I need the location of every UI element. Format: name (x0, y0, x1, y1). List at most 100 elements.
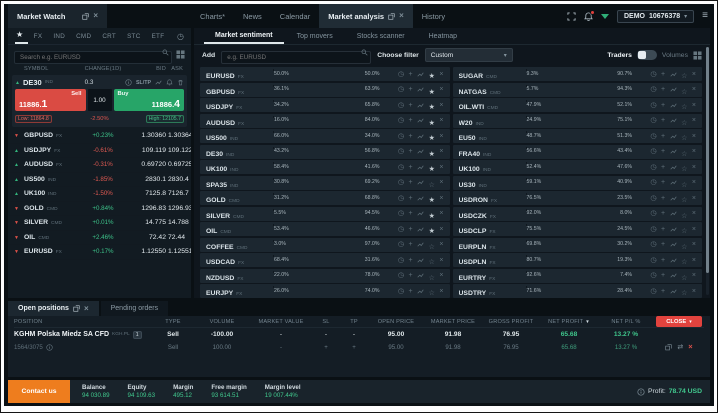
chart-icon[interactable] (670, 226, 677, 233)
market-watch-row[interactable]: US500IND -1.85% 2830.1 2830.4 (8, 173, 191, 187)
row-bid[interactable]: 1.30360 (126, 132, 168, 139)
remove-icon[interactable]: × (692, 210, 696, 217)
add-icon[interactable]: + (661, 117, 665, 124)
add-icon[interactable]: + (409, 148, 413, 155)
chart-icon[interactable] (670, 272, 677, 279)
chart-icon[interactable] (417, 117, 424, 124)
col-open-price[interactable]: OPEN PRICE (368, 319, 424, 325)
menu-icon[interactable]: ≡ (702, 11, 708, 21)
chart-icon[interactable] (670, 257, 677, 264)
row-ask[interactable]: 2830.4 (168, 176, 191, 183)
remove-icon[interactable]: × (692, 102, 696, 109)
col-sl[interactable]: SL (312, 319, 340, 325)
nav-tab[interactable]: Charts* × (191, 4, 234, 28)
alarm-icon[interactable] (166, 79, 173, 86)
clock-icon[interactable]: ◷ (398, 226, 404, 233)
add-icon[interactable]: + (409, 226, 413, 233)
row-bid[interactable]: 1.12550 (126, 248, 168, 255)
add-icon[interactable]: + (409, 133, 413, 140)
remove-icon[interactable]: × (439, 272, 443, 279)
scrollbar-thumb[interactable] (706, 47, 709, 273)
add-icon[interactable]: + (661, 86, 665, 93)
analysis-subtab[interactable]: Market sentiment (204, 28, 284, 44)
clock-icon[interactable]: ◷ (650, 241, 656, 248)
chart-icon[interactable] (417, 226, 424, 233)
row-ask[interactable]: 7126.7 (168, 190, 191, 197)
row-bid[interactable]: 7125.8 (126, 190, 168, 197)
add-icon[interactable]: + (661, 148, 665, 155)
close-icon[interactable]: × (84, 304, 89, 313)
clock-icon[interactable]: ◷ (650, 117, 656, 124)
sentiment-row[interactable]: USDTRY FX 71.6% 28.4% ◷ + ☆ × (452, 284, 702, 298)
remove-icon[interactable]: × (692, 226, 696, 233)
remove-icon[interactable]: × (692, 86, 696, 93)
chart-icon[interactable] (670, 86, 677, 93)
sentiment-row[interactable]: SUGAR CMD 9.3% 90.7% ◷ + ☆ × (452, 67, 702, 81)
sentiment-row[interactable]: SILVER CMD 5.5% 94.5% ◷ + ★ × (200, 206, 450, 221)
sentiment-row[interactable]: COFFEE CMD 3.0% 97.0% ◷ + ☆ × (200, 237, 450, 252)
sentiment-row[interactable]: GOLD CMD 31.2% 68.8% ◷ + ★ × (200, 191, 450, 205)
chart-icon[interactable] (417, 272, 424, 279)
clock-icon[interactable]: ◷ (650, 164, 656, 171)
chart-icon[interactable] (670, 179, 677, 186)
add-icon[interactable]: + (409, 210, 413, 217)
favorites-tab-star-icon[interactable]: ★ (15, 28, 29, 44)
clock-icon[interactable]: ◷ (650, 210, 656, 217)
remove-icon[interactable]: × (439, 117, 443, 124)
add-icon[interactable]: + (409, 86, 413, 93)
add-icon[interactable]: + (661, 164, 665, 171)
chart-icon[interactable] (670, 288, 677, 295)
close-position-button[interactable]: CLOSE ▾ (656, 316, 702, 327)
sentiment-row[interactable]: USDCLP FX 75.5% 24.5% ◷ + ☆ × (452, 222, 702, 236)
chart-icon[interactable] (670, 71, 677, 78)
clock-icon[interactable]: ◷ (398, 257, 404, 264)
clock-icon[interactable]: ◷ (398, 241, 404, 248)
remove-icon[interactable]: × (439, 195, 443, 202)
add-icon[interactable]: + (661, 257, 665, 264)
chart-icon[interactable] (417, 257, 424, 264)
remove-icon[interactable]: × (439, 210, 443, 217)
add-icon[interactable]: + (661, 210, 665, 217)
chart-icon[interactable] (417, 86, 424, 93)
col-net-profit[interactable]: NET PROFIT ▼ (540, 319, 598, 325)
sentiment-row[interactable]: EU50 IND 48.7% 51.3% ◷ + ☆ × (452, 129, 702, 143)
remove-icon[interactable]: × (692, 272, 696, 279)
chart-icon[interactable] (670, 210, 677, 217)
sentiment-row[interactable]: NATGAS CMD 5.7% 94.3% ◷ + ☆ × (452, 82, 702, 97)
add-sl-button[interactable]: + (312, 344, 340, 351)
clock-icon[interactable]: ◷ (398, 179, 404, 186)
category-tab[interactable]: FX (28, 33, 48, 40)
row-bid[interactable]: 1296.83 (126, 205, 168, 212)
sentiment-row[interactable]: US30 IND 59.1% 40.9% ◷ + ☆ × (452, 175, 702, 190)
market-watch-row[interactable]: GOLDCMD +0.84% 1296.83 1296.93 (8, 202, 191, 216)
analysis-subtab[interactable]: Heatmap (418, 28, 468, 44)
positions-tab[interactable]: Pending orders × (100, 301, 169, 316)
clock-icon[interactable]: ◷ (398, 117, 404, 124)
remove-icon[interactable]: × (692, 241, 696, 248)
clock-icon[interactable]: ◷ (650, 257, 656, 264)
chart-icon[interactable] (670, 164, 677, 171)
favorite-star-icon[interactable] (429, 282, 435, 300)
sentiment-row[interactable]: USDCAD FX 68.4% 31.6% ◷ + ☆ × (200, 253, 450, 267)
remove-icon[interactable]: × (439, 257, 443, 264)
trash-icon[interactable] (177, 79, 184, 86)
add-icon[interactable]: + (409, 288, 413, 295)
row-bid[interactable]: 0.69720 (126, 161, 168, 168)
close-icon[interactable]: × (93, 12, 98, 20)
row-bid[interactable]: 14.775 (126, 219, 168, 226)
sentiment-row[interactable]: DE30 IND 43.2% 56.8% ◷ + ★ × (200, 144, 450, 159)
filter-select[interactable]: Custom ▾ (424, 48, 513, 62)
remove-icon[interactable]: × (692, 133, 696, 140)
clock-icon[interactable]: ◷ (650, 86, 656, 93)
remove-icon[interactable]: × (692, 257, 696, 264)
chart-icon[interactable] (417, 288, 424, 295)
analysis-subtab[interactable]: Top movers (286, 28, 344, 44)
row-bid[interactable]: 109.119 (126, 147, 168, 154)
sentiment-row[interactable]: GBPUSD FX 36.1% 63.9% ◷ + ★ × (200, 82, 450, 97)
subpositions-count-badge[interactable]: 1 (132, 330, 142, 339)
sentiment-row[interactable]: USDJPY FX 34.2% 65.8% ◷ + ★ × (200, 98, 450, 112)
clock-icon[interactable]: ◷ (398, 86, 404, 93)
chart-icon[interactable] (417, 133, 424, 140)
chart-icon[interactable] (417, 195, 424, 202)
chart-icon[interactable] (417, 164, 424, 171)
